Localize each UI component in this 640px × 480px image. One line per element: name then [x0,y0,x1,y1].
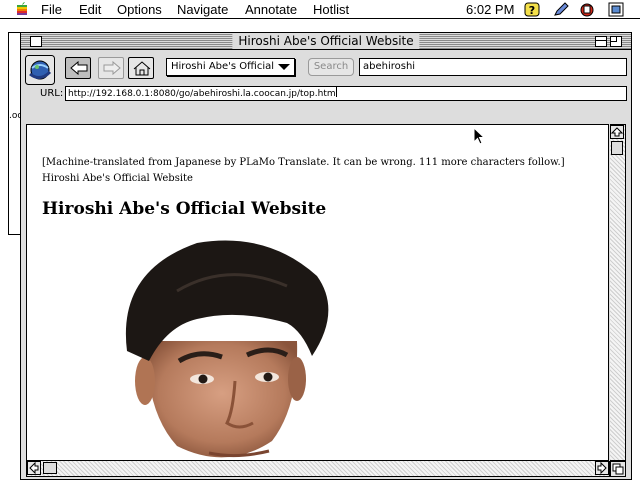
mouse-pointer-icon [473,127,485,145]
page-content[interactable]: [Machine-translated from Japanese by PLa… [26,124,609,461]
menu-file[interactable]: File [41,2,62,17]
close-box-icon[interactable] [30,36,42,47]
text-caret [335,87,337,97]
apple-logo-icon[interactable] [15,2,29,16]
horizontal-scrollbar[interactable] [26,461,610,477]
menu-edit[interactable]: Edit [79,2,101,17]
zoom-box-icon[interactable] [610,36,622,47]
resize-grow-box-icon[interactable] [610,461,626,477]
arrow-right-icon [103,61,121,75]
arrow-left-icon [70,61,88,75]
menu-annotate[interactable]: Annotate [245,2,297,17]
url-label: URL: [40,88,64,99]
portrait-photo [125,240,329,458]
forward-button[interactable] [98,57,124,79]
scroll-up-arrow-icon[interactable] [610,125,624,139]
page-title-select[interactable]: Hiroshi Abe's Official [166,58,295,76]
back-button[interactable] [65,57,91,79]
page-title-select-value: Hiroshi Abe's Official [171,61,275,72]
url-input[interactable]: http://192.168.0.1:8080/go/abehiroshi.la… [65,86,627,101]
menubar-clock[interactable]: 6:02 PM [466,2,514,17]
window-title-bar[interactable]: Hiroshi Abe's Official Website [21,33,631,50]
browser-logo-icon[interactable] [25,55,55,85]
collapse-box-icon[interactable] [595,36,607,47]
pencil-icon[interactable] [553,2,569,17]
vertical-scrollbar[interactable] [610,124,626,461]
scroll-left-arrow-icon[interactable] [27,461,41,475]
help-icon[interactable]: ? [524,2,540,17]
search-input[interactable]: abehiroshi [359,58,627,76]
scroll-right-arrow-icon[interactable] [595,461,609,475]
translation-note: [Machine-translated from Japanese by PLa… [42,157,565,184]
home-icon [133,61,151,76]
menu-bar: File Edit Options Navigate Annotate Hotl… [0,0,640,19]
search-button[interactable]: Search [308,58,354,76]
chevron-down-icon [278,64,290,70]
browser-window: Hiroshi Abe's Official Website Hiroshi A… [20,32,632,480]
menu-options[interactable]: Options [117,2,162,17]
menu-navigate[interactable]: Navigate [177,2,228,17]
menu-hotlist[interactable]: Hotlist [313,2,349,17]
home-button[interactable] [128,57,154,79]
url-input-value: http://192.168.0.1:8080/go/abehiroshi.la… [68,89,336,99]
window-title: Hiroshi Abe's Official Website [232,33,420,49]
vertical-scroll-thumb[interactable] [611,141,623,155]
horizontal-scroll-thumb[interactable] [43,462,57,474]
page-heading: Hiroshi Abe's Official Website [42,199,327,219]
svg-text:?: ? [529,4,535,17]
application-switcher-icon[interactable] [608,2,624,17]
app-menu-icon[interactable] [579,2,595,17]
